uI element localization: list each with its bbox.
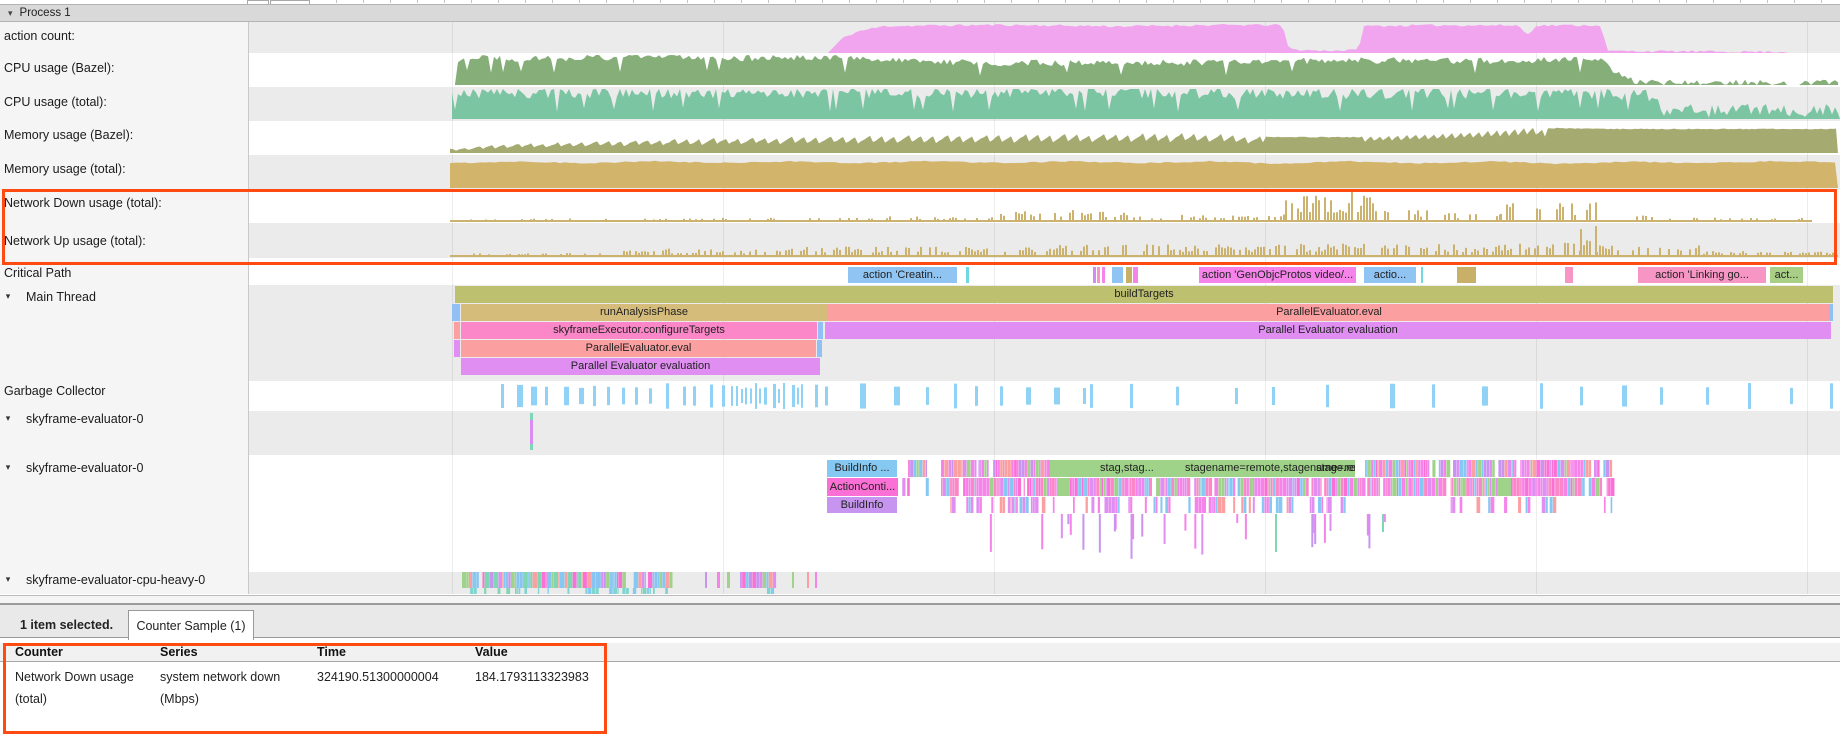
critical-path-slice[interactable] xyxy=(1102,267,1105,283)
sidebar-item-garbage-collector[interactable]: Garbage Collector xyxy=(0,384,105,398)
cell-counter: Network Down usage (total) xyxy=(15,666,150,710)
main-thread-slice[interactable] xyxy=(454,340,460,357)
gc-tick-marks[interactable] xyxy=(501,383,1833,409)
sidebar-item-label: Network Up usage (total): xyxy=(4,234,146,248)
sidebar-item-critical-path[interactable]: Critical Path xyxy=(0,266,71,280)
details-panel: 1 item selected. Counter Sample (1) Coun… xyxy=(0,594,1840,742)
main-thread-slice[interactable] xyxy=(818,322,823,339)
collapse-triangle-icon[interactable]: ▾ xyxy=(0,573,16,585)
critical-path-slice[interactable] xyxy=(1112,267,1123,283)
critical-path-slice[interactable] xyxy=(1457,267,1476,283)
counter-chart-memory-usage-total[interactable] xyxy=(450,161,1838,188)
sidebar-item-skyframe-evaluator-0[interactable]: ▾ skyframe-evaluator-0 xyxy=(0,412,143,426)
trace-viewer-window: ▾ Process 1 action 'Creatin...action 'Ge… xyxy=(0,0,1840,742)
stage-slice[interactable] xyxy=(1497,478,1511,496)
sidebar-item-action-count[interactable]: action count: xyxy=(0,29,75,43)
sidebar-item-label: Garbage Collector xyxy=(4,384,105,398)
sidebar-item-label: Memory usage (Bazel): xyxy=(4,128,133,142)
counter-chart-network-up-usage-total[interactable] xyxy=(450,226,1838,257)
counter-chart-cpu-usage-total[interactable] xyxy=(452,89,1840,119)
counter-chart-memory-usage-bazel[interactable] xyxy=(450,128,1838,153)
main-thread-slice[interactable] xyxy=(1829,304,1833,321)
main-thread-slice[interactable]: Parallel Evaluator evaluation xyxy=(461,358,820,375)
skyframe-slice[interactable]: BuildInfo xyxy=(827,497,897,513)
critical-path-slice[interactable]: action 'Creatin... xyxy=(848,267,957,283)
sidebar-item-label: CPU usage (Bazel): xyxy=(4,61,114,75)
skyframe-evaluator-0-marks[interactable] xyxy=(530,413,533,450)
sidebar-item-main-thread[interactable]: ▾ Main Thread xyxy=(0,290,96,304)
critical-path-slice[interactable] xyxy=(1421,267,1423,283)
critical-path-slice[interactable] xyxy=(1133,267,1138,283)
main-thread-slice[interactable]: runAnalysisPhase xyxy=(461,304,827,321)
critical-path-slice[interactable] xyxy=(1097,267,1100,283)
skyframe-slice[interactable]: ActionConti... xyxy=(827,478,898,496)
collapse-triangle-icon[interactable]: ▾ xyxy=(0,412,16,424)
critical-path-slice[interactable]: actio... xyxy=(1364,267,1416,283)
col-header-series: Series xyxy=(160,645,310,659)
sidebar-item-label: Network Down usage (total): xyxy=(4,196,162,210)
sidebar-item-label: skyframe-evaluator-0 xyxy=(26,461,143,475)
sidebar-item-label: Critical Path xyxy=(4,266,71,280)
critical-path-slice[interactable] xyxy=(1565,267,1573,283)
skyframe-evaluator-cpu-heavy-slices[interactable] xyxy=(462,572,817,594)
main-thread-slice[interactable]: Parallel Evaluator evaluation xyxy=(825,322,1831,339)
main-thread-slice[interactable]: ParallelEvaluator.eval xyxy=(461,340,816,357)
counter-chart-action-count[interactable] xyxy=(828,24,1789,53)
stage-slice-label: stag,stag... xyxy=(1100,460,1154,477)
collapse-triangle-icon[interactable]: ▾ xyxy=(0,461,16,473)
sidebar-item-label: skyframe-evaluator-0 xyxy=(26,412,143,426)
main-thread-slice[interactable]: buildTargets xyxy=(455,286,1833,303)
sidebar-item-network-down-usage-total[interactable]: Network Down usage (total): xyxy=(0,196,162,210)
details-tab-bar: 1 item selected. Counter Sample (1) xyxy=(0,603,1840,638)
skyframe-slice[interactable]: BuildInfo ... xyxy=(827,460,897,477)
critical-path-slice[interactable] xyxy=(1126,267,1132,283)
sidebar-item-cpu-usage-bazel[interactable]: CPU usage (Bazel): xyxy=(0,61,114,75)
track-name-sidebar: action count: CPU usage (Bazel): CPU usage… xyxy=(0,22,249,594)
stage-slice-label: stage.remot... xyxy=(1316,460,1355,477)
sidebar-item-memory-usage-total[interactable]: Memory usage (total): xyxy=(0,162,126,176)
sidebar-item-cpu-usage-total[interactable]: CPU usage (total): xyxy=(0,95,107,109)
col-header-counter: Counter xyxy=(15,645,150,659)
tab-counter-sample-label: Counter Sample (1) xyxy=(136,619,245,633)
main-thread-slice[interactable] xyxy=(452,304,460,321)
table-header-row: Counter Series Time Value xyxy=(0,643,1840,662)
col-header-value: Value xyxy=(475,645,645,659)
sidebar-item-label: CPU usage (total): xyxy=(4,95,107,109)
critical-path-slice[interactable] xyxy=(966,267,969,283)
selection-status: 1 item selected. xyxy=(20,618,113,632)
sidebar-item-skyframe-evaluator-cpu-heavy-0[interactable]: ▾ skyframe-evaluator-cpu-heavy-0 xyxy=(0,573,205,587)
main-thread-slice[interactable]: skyframeExecutor.configureTargets xyxy=(461,322,817,339)
critical-path-slice[interactable]: action 'GenObjcProtos video/... xyxy=(1199,267,1356,283)
main-thread-slice[interactable] xyxy=(454,322,460,339)
sidebar-item-memory-usage-bazel[interactable]: Memory usage (Bazel): xyxy=(0,128,133,142)
critical-path-slice[interactable] xyxy=(1093,267,1096,283)
sidebar-item-skyframe-evaluator-0[interactable]: ▾ skyframe-evaluator-0 xyxy=(0,461,143,475)
counter-chart-cpu-usage-bazel[interactable] xyxy=(455,55,1838,85)
critical-path-slice[interactable]: action 'Linking go... xyxy=(1638,267,1766,283)
sidebar-item-network-up-usage-total[interactable]: Network Up usage (total): xyxy=(0,234,146,248)
collapse-triangle-icon[interactable]: ▾ xyxy=(0,290,16,302)
tab-counter-sample[interactable]: Counter Sample (1) xyxy=(128,610,254,640)
critical-path-slice[interactable]: act... xyxy=(1770,267,1803,283)
cell-time: 324190.51300000004 xyxy=(317,666,472,688)
panel-divider[interactable] xyxy=(0,595,1840,603)
main-thread-slice[interactable] xyxy=(817,340,822,357)
stage-slice[interactable] xyxy=(1057,478,1069,496)
sidebar-item-label: Memory usage (total): xyxy=(4,162,126,176)
cell-value: 184.1793113323983 xyxy=(475,666,645,688)
sidebar-item-label: Main Thread xyxy=(26,290,96,304)
main-thread-slice[interactable]: ParallelEvaluator.eval xyxy=(827,304,1831,321)
counter-chart-network-down-usage-total[interactable] xyxy=(450,192,1812,222)
sidebar-item-label: action count: xyxy=(4,29,75,43)
cell-series: system network down (Mbps) xyxy=(160,666,310,710)
col-header-time: Time xyxy=(317,645,472,659)
sidebar-item-label: skyframe-evaluator-cpu-heavy-0 xyxy=(26,573,205,587)
